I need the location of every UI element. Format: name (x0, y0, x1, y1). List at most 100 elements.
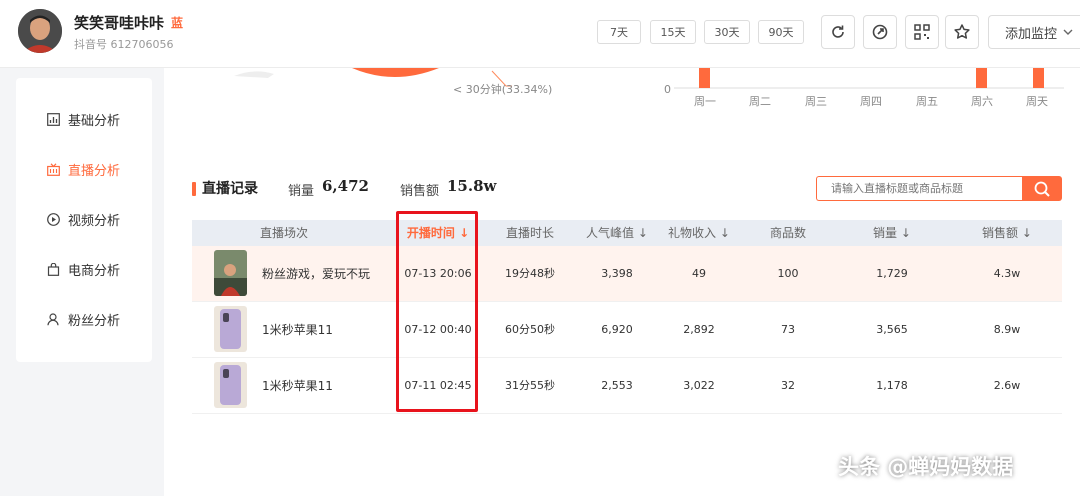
weekday-label: 周五 (916, 95, 938, 108)
weekday-label: 周三 (805, 95, 827, 108)
account-name: 笑笑哥哇咔咔 (74, 14, 165, 32)
pie-legend-label: < 30分钟(33.34%) (453, 83, 553, 96)
col-duration: 直播时长 (505, 226, 554, 240)
sidebar: 基础分析 直播分析 视频分析 电商分析 粉丝分析 (16, 78, 152, 362)
page-header: 笑笑哥哇咔咔 蓝 抖音号 612706056 7天 15天 30天 90天 添加… (0, 0, 1080, 68)
weekday-label: 周天 (1026, 95, 1048, 108)
account-badge: 蓝 (171, 16, 184, 30)
gift: 2,892 (683, 323, 715, 336)
weekday-bar-chart (674, 68, 1064, 89)
table-row[interactable]: 1米秒苹果11 07-12 00:40 60分50秒 6,920 2,892 7… (192, 302, 1062, 358)
range-90d-button[interactable]: 90天 (758, 20, 804, 44)
refresh-icon (832, 25, 844, 38)
qrcode-icon (914, 24, 930, 40)
col-goods: 商品数 (769, 226, 806, 240)
sidebar-item-label: 视频分析 (68, 213, 121, 229)
bar-sat (976, 68, 987, 88)
range-15d-button[interactable]: 15天 (650, 20, 696, 44)
section-title: 直播记录 (202, 181, 258, 197)
col-peak[interactable]: 人气峰值 ↓ (572, 220, 662, 246)
sales: 1,729 (876, 267, 908, 280)
col-revenue[interactable]: 销售额 ↓ (962, 220, 1052, 246)
shopping-bag-icon (46, 262, 60, 276)
search-button[interactable] (1022, 176, 1062, 201)
pie-slice (352, 68, 439, 77)
goods: 73 (781, 323, 795, 336)
live-title[interactable]: 1米秒苹果11 (262, 358, 333, 414)
goods: 32 (781, 379, 795, 392)
watermark: 头条 @蝉妈妈数据 (838, 455, 1014, 479)
col-sales[interactable]: 销量 ↓ (847, 220, 937, 246)
bar-mon (699, 68, 710, 88)
sales-label: 销量 (288, 184, 315, 199)
sales-value: 6,472 (322, 177, 369, 195)
range-7d-button[interactable]: 7天 (597, 20, 641, 44)
gift: 3,022 (683, 379, 715, 392)
live-title[interactable]: 粉丝游戏，爱玩不玩 (262, 246, 370, 302)
sidebar-item-basic[interactable]: 基础分析 (16, 99, 152, 139)
weekday-label: 周一 (694, 95, 716, 108)
main-content: < 30分钟(33.34%) 0 周一 周二 周三 周四 周五 周六 周天 直播… (164, 68, 1080, 496)
refresh-button[interactable] (821, 15, 855, 49)
live-icon (46, 162, 60, 176)
sales: 3,565 (876, 323, 908, 336)
peak: 6,920 (601, 323, 633, 336)
sidebar-item-ecommerce[interactable]: 电商分析 (16, 249, 152, 289)
section-marker (192, 182, 196, 196)
weekday-label: 周二 (749, 95, 771, 108)
sort-arrow-icon: ↓ (634, 226, 648, 240)
sidebar-item-label: 电商分析 (68, 263, 121, 279)
col-sales-label: 销量 (873, 226, 898, 240)
sort-arrow-icon: ↓ (716, 226, 730, 240)
sidebar-item-fans[interactable]: 粉丝分析 (16, 299, 152, 339)
duration: 60分50秒 (505, 323, 555, 336)
duration: 19分48秒 (505, 267, 555, 280)
sidebar-item-label: 基础分析 (68, 113, 121, 129)
fans-icon (46, 312, 60, 326)
col-session: 直播场次 (259, 226, 308, 240)
gift: 49 (692, 267, 706, 280)
qrcode-button[interactable] (905, 15, 939, 49)
search-icon (1034, 181, 1050, 197)
share-button[interactable] (863, 15, 897, 49)
chart-watermark (234, 71, 274, 78)
favorite-button[interactable] (945, 15, 979, 49)
avatar[interactable] (18, 9, 62, 53)
col-peak-label: 人气峰值 (586, 226, 635, 240)
sidebar-item-live[interactable]: 直播分析 (16, 149, 152, 189)
sort-arrow-icon: ↓ (897, 226, 911, 240)
add-monitor-button[interactable]: 添加监控 (988, 15, 1080, 49)
bar-sun (1033, 68, 1044, 88)
goods: 100 (777, 267, 799, 280)
live-thumbnail (214, 250, 247, 296)
duration-pie-chart (234, 68, 512, 87)
revenue: 4.3w (993, 267, 1021, 280)
col-gift-label: 礼物收入 (668, 226, 717, 240)
live-thumbnail (214, 362, 247, 408)
table-header: 直播场次 开播时间 ↓ 直播时长 人气峰值 ↓ 礼物收入 ↓ 商品数 销量 ↓ … (192, 220, 1062, 246)
sales: 1,178 (876, 379, 908, 392)
sidebar-item-video[interactable]: 视频分析 (16, 199, 152, 239)
sidebar-item-label: 直播分析 (68, 163, 121, 179)
weekday-label: 周六 (971, 95, 993, 108)
revenue: 8.9w (993, 323, 1021, 336)
weekday-label: 周四 (860, 95, 882, 108)
range-30d-button[interactable]: 30天 (704, 20, 750, 44)
col-gift[interactable]: 礼物收入 ↓ (654, 220, 744, 246)
revenue-value: 15.8w (447, 177, 497, 195)
bar-chart-icon (46, 112, 60, 126)
share-icon (872, 24, 888, 40)
highlight-box (396, 211, 478, 412)
bar-axis-zero: 0 (664, 83, 671, 96)
search-input[interactable] (816, 176, 1022, 201)
account-id: 抖音号 612706056 (74, 38, 174, 51)
duration: 31分55秒 (505, 379, 555, 392)
play-icon (46, 212, 60, 226)
chevron-down-icon (1063, 29, 1073, 35)
table-row[interactable]: 1米秒苹果11 07-11 02:45 31分55秒 2,553 3,022 3… (192, 358, 1062, 414)
table-row[interactable]: 粉丝游戏，爱玩不玩 07-13 20:06 19分48秒 3,398 49 10… (192, 246, 1062, 302)
revenue-label: 销售额 (400, 184, 440, 199)
col-revenue-label: 销售额 (982, 226, 1019, 240)
sidebar-item-label: 粉丝分析 (68, 313, 121, 329)
live-title[interactable]: 1米秒苹果11 (262, 302, 333, 358)
